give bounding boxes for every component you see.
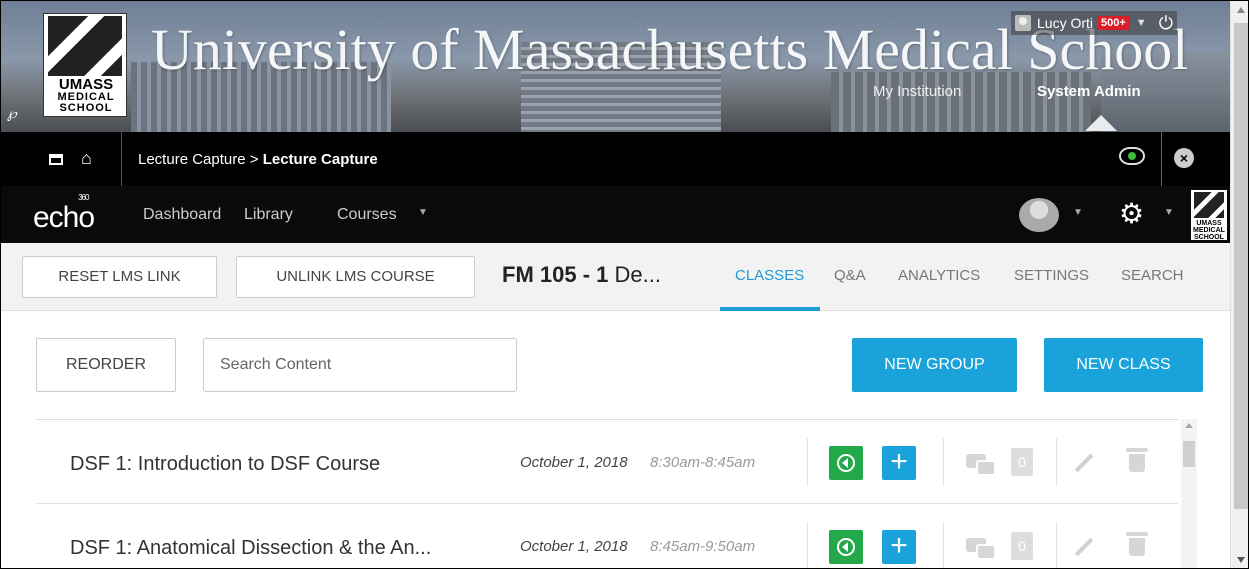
umass-logo-mark <box>48 16 122 76</box>
tab-classes[interactable]: CLASSES <box>735 267 804 284</box>
course-menu-icon[interactable] <box>49 154 63 165</box>
divider <box>1056 438 1057 486</box>
class-date: October 1, 2018 <box>520 538 628 555</box>
user-name[interactable]: Lucy Orti <box>1037 15 1093 31</box>
discussion-icon[interactable] <box>966 454 996 476</box>
list-item[interactable]: DSF 1: Anatomical Dissection & the An...… <box>36 504 1178 568</box>
tab-analytics[interactable]: ANALYTICS <box>898 267 980 284</box>
course-title: FM 105 - 1 De... <box>502 262 661 287</box>
qa-count-badge: 0 <box>1011 532 1033 560</box>
institution-banner: UMASS MEDICAL SCHOOL ℘ University of Mas… <box>1 1 1230 132</box>
active-nav-caret <box>1085 115 1117 131</box>
notification-badge[interactable]: 500+ <box>1097 16 1130 30</box>
umass-logo-text: UMASS MEDICAL SCHOOL <box>57 76 115 114</box>
user-menu[interactable]: Lucy Orti 500+ ▼ ⏻ <box>1011 11 1177 35</box>
breadcrumb-current: Lecture Capture <box>262 151 378 168</box>
umass-mini-logo: UMASS MEDICAL SCHOOL <box>1191 190 1227 241</box>
new-class-button[interactable]: NEW CLASS <box>1044 338 1203 392</box>
divider <box>943 438 944 486</box>
reset-lms-link-button[interactable]: RESET LMS LINK <box>22 256 217 298</box>
pencil-icon[interactable] <box>1074 537 1094 557</box>
chevron-down-icon[interactable]: ▼ <box>1164 207 1174 218</box>
page-scrollbar[interactable] <box>1230 1 1248 568</box>
capture-schedule-button[interactable] <box>829 530 863 564</box>
class-time: 8:45am-9:50am <box>650 538 756 555</box>
divider <box>1161 132 1162 186</box>
chevron-down-icon[interactable]: ▼ <box>1073 207 1083 218</box>
class-title[interactable]: DSF 1: Anatomical Dissection & the An... <box>70 537 431 560</box>
gear-icon[interactable]: ⚙ <box>1119 200 1144 228</box>
qa-count-badge: 0 <box>1011 448 1033 476</box>
reorder-button[interactable]: REORDER <box>36 338 176 392</box>
tab-settings[interactable]: SETTINGS <box>1014 267 1089 284</box>
trash-icon[interactable] <box>1126 448 1148 472</box>
app-frame: UMASS MEDICAL SCHOOL ℘ University of Mas… <box>0 0 1249 569</box>
breadcrumb-parent[interactable]: Lecture Capture <box>138 151 246 168</box>
search-input[interactable] <box>203 338 517 392</box>
scroll-up-icon[interactable] <box>1237 7 1245 13</box>
echo-navbar: echo360 Dashboard Library Courses ▼ ▼ ⚙ … <box>1 186 1230 243</box>
power-icon[interactable]: ⏻ <box>1159 13 1173 34</box>
scroll-down-icon[interactable] <box>1237 557 1245 563</box>
scrollbar-thumb[interactable] <box>1234 23 1248 509</box>
echo360-logo[interactable]: echo360 <box>33 193 104 234</box>
nav-dashboard[interactable]: Dashboard <box>143 206 221 224</box>
user-icon <box>1015 15 1031 31</box>
home-icon[interactable]: ⌂ <box>81 148 92 169</box>
divider <box>943 522 944 568</box>
divider <box>807 522 808 568</box>
breadcrumb-bar: ⌂ Lecture Capture > Lecture Capture × <box>1 132 1230 186</box>
class-list: DSF 1: Introduction to DSF Course Octobe… <box>36 419 1178 568</box>
close-icon[interactable]: × <box>1174 148 1194 168</box>
umass-logo[interactable]: UMASS MEDICAL SCHOOL <box>43 13 127 117</box>
breadcrumb-separator: > <box>249 151 259 168</box>
chevron-down-icon[interactable]: ▼ <box>418 207 428 218</box>
class-date: October 1, 2018 <box>520 454 628 471</box>
system-admin-link[interactable]: System Admin <box>1037 83 1141 100</box>
chevron-down-icon[interactable]: ▼ <box>1136 17 1147 29</box>
my-institution-link[interactable]: My Institution <box>873 83 961 100</box>
divider <box>807 438 808 486</box>
list-item[interactable]: DSF 1: Introduction to DSF Course Octobe… <box>36 420 1178 504</box>
class-title[interactable]: DSF 1: Introduction to DSF Course <box>70 453 380 476</box>
scrollbar-thumb[interactable] <box>1183 441 1195 467</box>
pencil-icon[interactable] <box>1074 453 1094 473</box>
add-media-button[interactable]: + <box>882 446 916 480</box>
link-icon[interactable]: ℘ <box>7 105 17 122</box>
capture-schedule-button[interactable] <box>829 446 863 480</box>
add-media-button[interactable]: + <box>882 530 916 564</box>
scroll-up-icon[interactable] <box>1185 423 1193 428</box>
breadcrumb: Lecture Capture > Lecture Capture <box>138 151 378 168</box>
class-time: 8:30am-8:45am <box>650 454 756 471</box>
trash-icon[interactable] <box>1126 532 1148 556</box>
unlink-lms-course-button[interactable]: UNLINK LMS COURSE <box>236 256 475 298</box>
discussion-icon[interactable] <box>966 538 996 560</box>
avatar[interactable] <box>1019 198 1059 232</box>
eye-icon[interactable] <box>1119 147 1145 165</box>
nav-library[interactable]: Library <box>244 206 293 224</box>
new-group-button[interactable]: NEW GROUP <box>852 338 1017 392</box>
course-toolbar: RESET LMS LINK UNLINK LMS COURSE FM 105 … <box>1 243 1230 311</box>
divider <box>121 132 122 186</box>
divider <box>1056 522 1057 568</box>
list-scrollbar[interactable] <box>1181 419 1197 568</box>
classes-panel: REORDER NEW GROUP NEW CLASS DSF 1: Intro… <box>1 311 1230 568</box>
tab-qa[interactable]: Q&A <box>834 267 866 284</box>
nav-courses[interactable]: Courses <box>337 206 397 224</box>
tab-search[interactable]: SEARCH <box>1121 267 1184 284</box>
